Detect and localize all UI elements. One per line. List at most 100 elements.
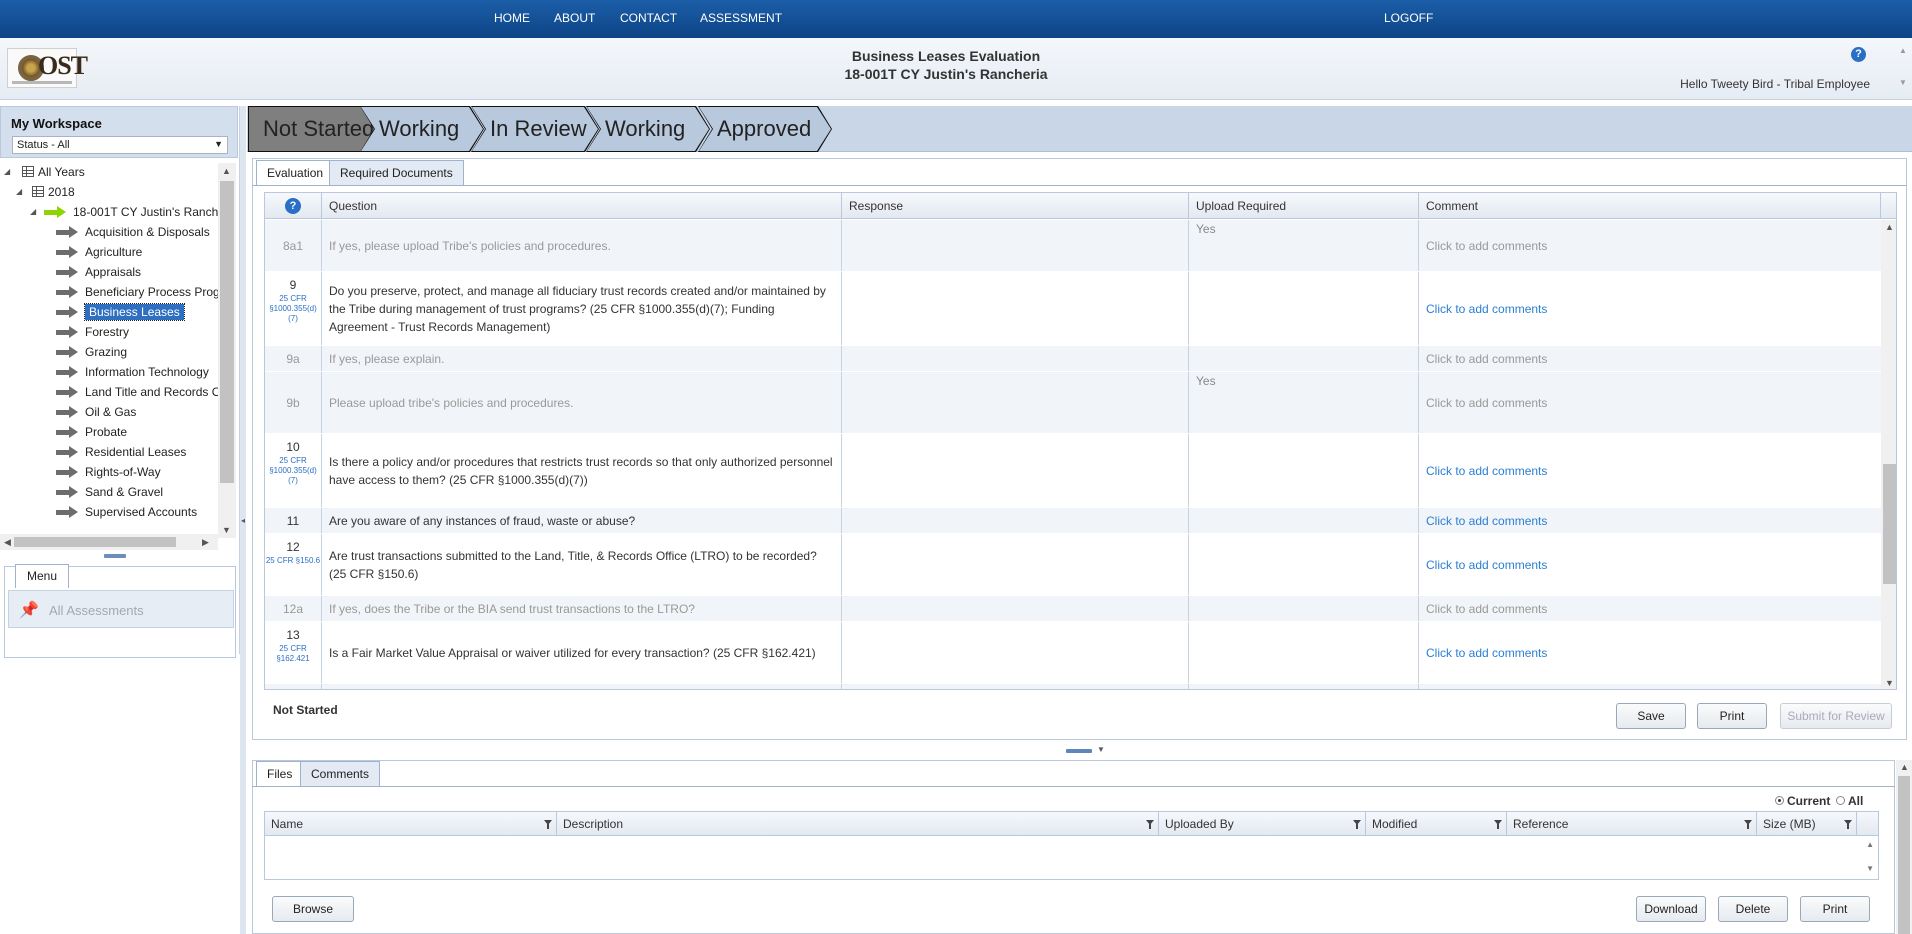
response-cell[interactable] xyxy=(842,596,1189,621)
menu-item-all-assessments[interactable]: 📌 All Assessments xyxy=(8,590,234,628)
nav-about-link[interactable]: ABOUT xyxy=(554,11,595,25)
tree-item[interactable]: Agriculture xyxy=(56,243,142,261)
help-icon[interactable]: ? xyxy=(285,198,301,214)
column-size[interactable]: Size (MB) xyxy=(1757,812,1857,836)
status-filter-select[interactable]: Status - All ▼ xyxy=(12,136,228,154)
tree-item[interactable]: Oil & Gas xyxy=(56,403,136,421)
tree-node-assessment[interactable]: ◢ 18-001T CY Justin's Ranch xyxy=(30,203,218,221)
save-button[interactable]: Save xyxy=(1616,703,1686,729)
scroll-right-icon[interactable]: ▶ xyxy=(202,537,209,548)
tree-item[interactable]: Business Leases xyxy=(56,303,185,321)
column-uploaded-by[interactable]: Uploaded By xyxy=(1159,812,1366,836)
radio-current[interactable]: Current xyxy=(1775,794,1830,808)
expand-icon[interactable]: ◢ xyxy=(4,163,10,181)
response-cell[interactable] xyxy=(842,272,1189,345)
scroll-up-icon[interactable]: ▲ xyxy=(1899,46,1907,55)
download-button[interactable]: Download xyxy=(1636,896,1706,922)
tree-vertical-scrollbar[interactable]: ▲ ▼ xyxy=(218,163,236,538)
scroll-thumb[interactable] xyxy=(1883,464,1896,584)
tree-item[interactable]: Forestry xyxy=(56,323,129,341)
tree-item[interactable]: Grazing xyxy=(56,343,127,361)
tab-files[interactable]: Files xyxy=(256,761,304,787)
scroll-thumb[interactable] xyxy=(14,537,176,547)
left-panel-divider[interactable]: ◂ xyxy=(240,106,246,934)
filter-icon[interactable] xyxy=(1744,820,1752,829)
tree-item[interactable]: Acquisition & Disposals xyxy=(56,223,210,241)
panel-splitter-handle[interactable] xyxy=(104,554,126,558)
chevron-down-icon[interactable]: ▼ xyxy=(1097,745,1105,754)
nav-home-link[interactable]: HOME xyxy=(494,11,530,25)
panel-splitter-handle[interactable] xyxy=(1066,749,1092,753)
tab-evaluation[interactable]: Evaluation xyxy=(256,160,335,186)
header-scrollbar[interactable]: ▲ ▼ xyxy=(1896,46,1910,91)
print-button[interactable]: Print xyxy=(1697,703,1767,729)
tree-node-year[interactable]: ◢ 2018 xyxy=(16,183,75,201)
scroll-left-icon[interactable]: ◀ xyxy=(4,537,11,548)
add-comment-link[interactable]: Click to add comments xyxy=(1426,512,1547,530)
column-description[interactable]: Description xyxy=(557,812,1159,836)
radio-all[interactable]: All xyxy=(1836,794,1863,808)
response-cell[interactable] xyxy=(842,346,1189,371)
add-comment-link[interactable]: Click to add comments xyxy=(1426,600,1547,618)
radio-selected-icon[interactable] xyxy=(1775,796,1784,805)
delete-button[interactable]: Delete xyxy=(1718,896,1788,922)
tree-item[interactable]: Beneficiary Process Prog xyxy=(56,283,218,301)
add-comment-link[interactable]: Click to add comments xyxy=(1426,300,1547,318)
response-cell[interactable] xyxy=(842,372,1189,433)
tab-required-documents[interactable]: Required Documents xyxy=(329,160,464,186)
scroll-up-icon[interactable]: ▲ xyxy=(222,166,231,176)
add-comment-link[interactable]: Click to add comments xyxy=(1426,462,1547,480)
cfr-reference-link[interactable]: 25 CFR §1000.355(d)(7) xyxy=(265,456,321,486)
tree-item[interactable]: Appraisals xyxy=(56,263,141,281)
scroll-up-icon[interactable]: ▲ xyxy=(1885,222,1894,232)
add-comment-link[interactable]: Click to add comments xyxy=(1426,556,1547,574)
cfr-reference-link[interactable]: 25 CFR §150.6 xyxy=(265,556,321,566)
browse-button[interactable]: Browse xyxy=(272,896,354,922)
response-cell[interactable] xyxy=(842,684,1189,689)
scroll-up-icon[interactable]: ▲ xyxy=(1900,762,1909,772)
tab-menu[interactable]: Menu xyxy=(15,564,69,588)
questions-scrollbar[interactable]: ▲ ▼ xyxy=(1881,220,1896,689)
scroll-down-icon[interactable]: ▼ xyxy=(222,525,231,535)
tree-node-all-years[interactable]: ◢ All Years xyxy=(4,163,85,181)
tree-item[interactable]: Rights-of-Way xyxy=(56,463,161,481)
filter-icon[interactable] xyxy=(544,820,552,829)
cfr-reference-link[interactable]: 25 CFR §1000.355(d)(7) xyxy=(265,294,321,324)
scroll-thumb[interactable] xyxy=(220,181,234,483)
expand-icon[interactable]: ◢ xyxy=(30,203,36,221)
tree-horizontal-scrollbar[interactable]: ◀ ▶ xyxy=(0,534,218,550)
expand-icon[interactable]: ◢ xyxy=(16,183,22,201)
tree-item[interactable]: Probate xyxy=(56,423,127,441)
filter-icon[interactable] xyxy=(1353,820,1361,829)
tree-item[interactable]: Information Technology xyxy=(56,363,209,381)
submit-for-review-button[interactable]: Submit for Review xyxy=(1780,703,1892,729)
column-reference[interactable]: Reference xyxy=(1507,812,1757,836)
nav-assessment-link[interactable]: ASSESSMENT xyxy=(700,11,782,25)
column-name[interactable]: Name xyxy=(265,812,557,836)
tree-item[interactable]: Sand & Gravel xyxy=(56,483,163,501)
column-modified[interactable]: Modified xyxy=(1366,812,1507,836)
response-cell[interactable] xyxy=(842,622,1189,683)
add-comment-link[interactable]: Click to add comments xyxy=(1426,394,1547,412)
add-comment-link[interactable]: Click to add comments xyxy=(1426,350,1547,368)
tree-item[interactable]: Supervised Accounts xyxy=(56,503,197,521)
scroll-down-icon[interactable]: ▼ xyxy=(1899,78,1907,87)
scroll-down-icon[interactable]: ▼ xyxy=(1885,678,1894,688)
scroll-thumb[interactable] xyxy=(1898,776,1910,934)
add-comment-link[interactable]: Click to add comments xyxy=(1426,690,1547,691)
filter-icon[interactable] xyxy=(1146,820,1154,829)
help-icon[interactable]: ? xyxy=(1851,47,1866,62)
response-cell[interactable] xyxy=(842,434,1189,507)
tree-item[interactable]: Residential Leases xyxy=(56,443,186,461)
tab-comments[interactable]: Comments xyxy=(300,761,381,787)
scroll-down-icon[interactable]: ▼ xyxy=(1866,864,1874,873)
scroll-up-icon[interactable]: ▲ xyxy=(1866,840,1874,849)
add-comment-link[interactable]: Click to add comments xyxy=(1426,237,1547,255)
filter-icon[interactable] xyxy=(1494,820,1502,829)
nav-contact-link[interactable]: CONTACT xyxy=(620,11,677,25)
add-comment-link[interactable]: Click to add comments xyxy=(1426,644,1547,662)
cfr-reference-link[interactable]: 25 CFR §162.421 xyxy=(265,644,321,664)
tree-item[interactable]: Land Title and Records O xyxy=(56,383,218,401)
response-cell[interactable] xyxy=(842,220,1189,271)
response-cell[interactable] xyxy=(842,534,1189,595)
